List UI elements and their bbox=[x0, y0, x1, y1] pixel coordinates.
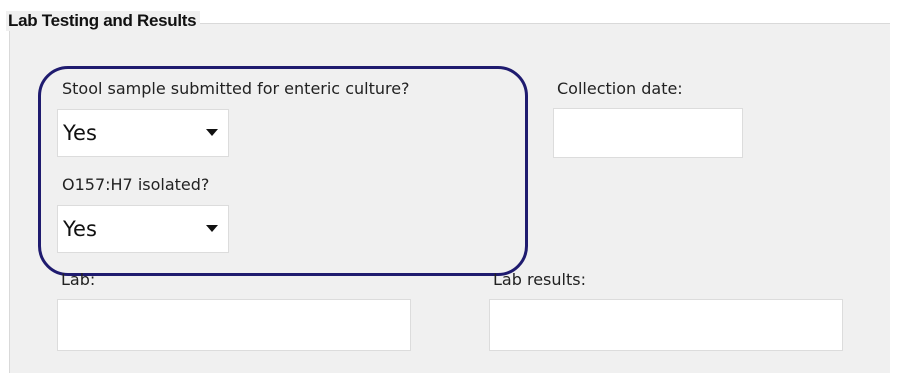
collection-date-label: Collection date: bbox=[557, 79, 683, 98]
chevron-down-icon bbox=[206, 225, 218, 232]
lab-label: Lab: bbox=[61, 270, 96, 289]
o157-label: O157:H7 isolated? bbox=[62, 175, 210, 194]
collection-date-input[interactable] bbox=[553, 108, 743, 158]
stool-sample-select[interactable]: Yes bbox=[57, 109, 229, 157]
chevron-down-icon bbox=[206, 129, 218, 136]
stool-sample-label: Stool sample submitted for enteric cultu… bbox=[62, 79, 410, 98]
o157-select[interactable]: Yes bbox=[57, 205, 229, 253]
lab-results-input[interactable] bbox=[489, 299, 843, 351]
lab-input[interactable] bbox=[57, 299, 411, 351]
section-title: Lab Testing and Results bbox=[6, 11, 201, 31]
lab-results-label: Lab results: bbox=[493, 270, 586, 289]
o157-value: Yes bbox=[63, 217, 97, 241]
stool-sample-value: Yes bbox=[63, 121, 97, 145]
